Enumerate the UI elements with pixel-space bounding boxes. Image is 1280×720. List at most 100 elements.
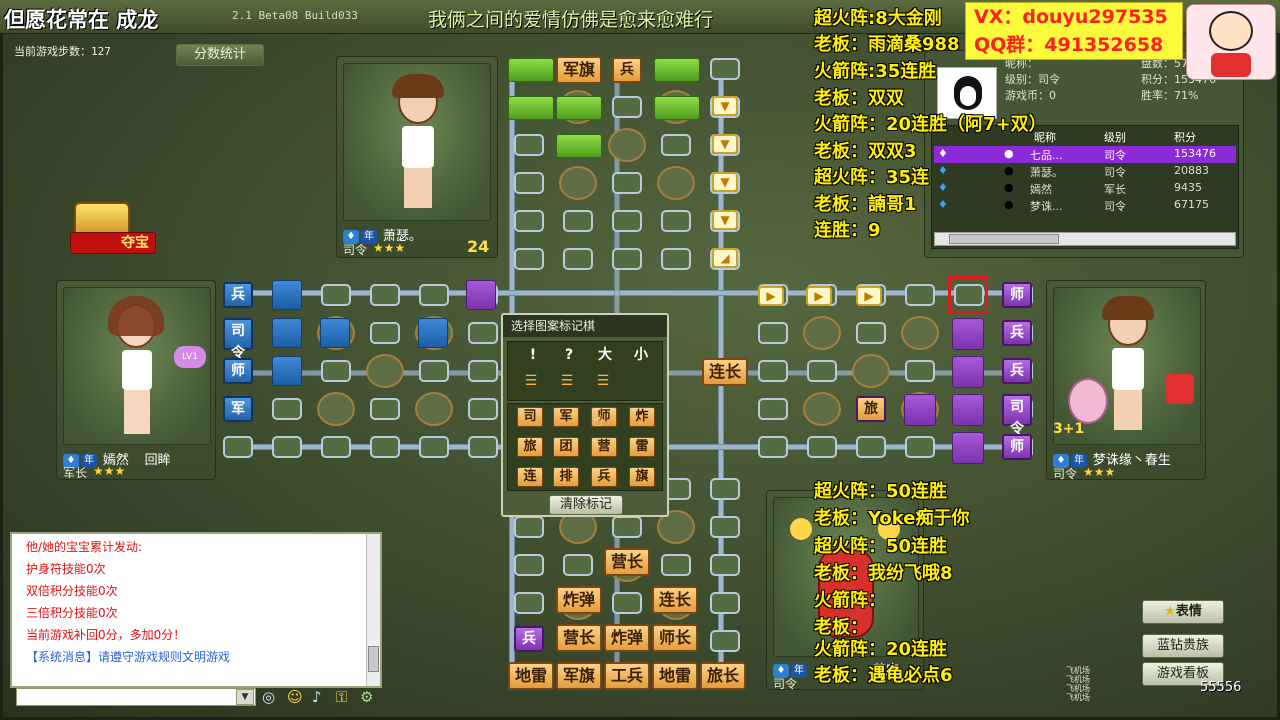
key-icon[interactable]: ⚿ <box>336 688 347 706</box>
mark-line[interactable]: ☰ <box>517 371 545 391</box>
board-node[interactable] <box>514 516 544 538</box>
board-node[interactable] <box>321 284 351 306</box>
board-piece[interactable]: 连长 <box>652 586 698 614</box>
board-piece[interactable]: 地雷 <box>652 662 698 690</box>
board-camp[interactable] <box>415 392 453 426</box>
board-node[interactable] <box>514 210 544 232</box>
board-piece-hidden[interactable] <box>952 432 984 464</box>
mark-piece[interactable]: 团 <box>553 437 579 457</box>
board-node[interactable] <box>370 398 400 420</box>
board-node[interactable] <box>272 436 302 458</box>
mark-piece[interactable]: 排 <box>553 467 579 487</box>
board-piece[interactable]: 旅长 <box>700 662 746 690</box>
board-node[interactable] <box>905 436 935 458</box>
board-node[interactable] <box>758 322 788 344</box>
board-camp[interactable] <box>803 316 841 350</box>
board-piece[interactable]: 师 <box>1002 434 1032 460</box>
board-piece-hidden[interactable] <box>904 394 936 426</box>
board-node[interactable] <box>223 436 253 458</box>
emote-button[interactable]: ★表情 <box>1142 600 1224 624</box>
board-node[interactable] <box>612 96 642 118</box>
board-piece[interactable]: 兵 <box>612 57 642 83</box>
mark-piece[interactable]: 兵 <box>591 467 617 487</box>
board-piece-hidden[interactable] <box>272 318 302 348</box>
mark-piece[interactable]: 司 <box>517 407 543 427</box>
board-node[interactable] <box>758 436 788 458</box>
board-node[interactable] <box>563 554 593 576</box>
board-node[interactable] <box>905 284 935 306</box>
board-camp[interactable] <box>803 392 841 426</box>
board-piece-hidden[interactable] <box>466 280 496 310</box>
board-piece-hidden[interactable] <box>272 280 302 310</box>
mark-symbol[interactable]: ! <box>519 345 547 365</box>
speaker-icon[interactable]: ♪ <box>312 688 322 706</box>
board-piece-hidden[interactable] <box>320 318 350 348</box>
board-node[interactable] <box>468 436 498 458</box>
board-node[interactable] <box>856 322 886 344</box>
board-camp[interactable] <box>366 354 404 388</box>
mark-line[interactable]: ☰ <box>553 371 581 391</box>
board-node[interactable] <box>514 554 544 576</box>
board-piece[interactable]: 司令 <box>223 318 253 361</box>
board-node[interactable] <box>807 436 837 458</box>
board-piece[interactable]: 军旗 <box>556 56 602 84</box>
mark-piece[interactable]: 炸 <box>629 407 655 427</box>
board-piece[interactable]: 营长 <box>604 548 650 576</box>
board-node[interactable] <box>612 516 642 538</box>
board-piece[interactable]: 连长 <box>702 358 748 386</box>
mark-piece[interactable]: 军 <box>553 407 579 427</box>
board-node[interactable] <box>514 248 544 270</box>
board-camp[interactable] <box>901 316 939 350</box>
board-piece[interactable]: 兵 <box>1002 320 1032 346</box>
chat-input[interactable] <box>16 688 256 706</box>
board-node[interactable] <box>321 360 351 382</box>
board-piece[interactable]: 工兵 <box>604 662 650 690</box>
board-node[interactable] <box>468 398 498 420</box>
board-node[interactable] <box>370 322 400 344</box>
board-piece-hidden[interactable] <box>654 96 700 120</box>
board-camp[interactable] <box>317 392 355 426</box>
table-row[interactable]: ♦ ● 嫣然 军长 9435 <box>934 180 1236 197</box>
board-node[interactable] <box>370 436 400 458</box>
dropdown-arrow-icon[interactable]: ▼ <box>236 689 254 705</box>
board-node[interactable] <box>758 398 788 420</box>
mark-line[interactable]: ☰ <box>589 371 617 391</box>
board-camp[interactable] <box>559 166 597 200</box>
board-node[interactable] <box>419 284 449 306</box>
board-piece[interactable]: 旅 <box>856 396 886 422</box>
board-node[interactable] <box>710 554 740 576</box>
board-piece[interactable]: 兵 <box>514 626 544 652</box>
board-camp[interactable] <box>852 354 890 388</box>
board-piece[interactable]: 师 <box>223 358 253 384</box>
board-node[interactable] <box>758 360 788 382</box>
board-piece-hidden[interactable] <box>952 318 984 350</box>
board-piece[interactable]: 师 <box>1002 282 1032 308</box>
board-piece[interactable]: 炸弹 <box>556 586 602 614</box>
mark-piece[interactable]: 营 <box>591 437 617 457</box>
mark-symbol[interactable]: ? <box>555 345 583 365</box>
board-node[interactable] <box>856 436 886 458</box>
board-node[interactable] <box>661 248 691 270</box>
board-node[interactable] <box>661 134 691 156</box>
board-piece[interactable]: 炸弹 <box>604 624 650 652</box>
board-piece-hidden[interactable] <box>508 58 554 82</box>
board-node[interactable] <box>370 284 400 306</box>
table-row[interactable]: ♦ ● 七品... 司令 153476 <box>934 146 1236 163</box>
board-node[interactable] <box>710 478 740 500</box>
board-piece-hidden[interactable] <box>556 96 602 120</box>
board-piece-hidden[interactable] <box>418 318 448 348</box>
board-piece-hidden[interactable] <box>952 394 984 426</box>
board-node[interactable] <box>514 592 544 614</box>
board-piece[interactable]: 军 <box>223 396 253 422</box>
board-node[interactable] <box>468 360 498 382</box>
board-node[interactable] <box>612 210 642 232</box>
board-piece-hidden[interactable] <box>654 58 700 82</box>
board-node[interactable] <box>661 210 691 232</box>
board-piece[interactable]: 军旗 <box>556 662 602 690</box>
board-piece[interactable]: 兵 <box>223 282 253 308</box>
board-node[interactable] <box>419 360 449 382</box>
avatar[interactable]: LV1 <box>63 287 211 445</box>
board-piece[interactable]: 司令 <box>1002 394 1032 437</box>
board-camp[interactable] <box>657 166 695 200</box>
horizontal-scrollbar[interactable] <box>934 232 1236 246</box>
